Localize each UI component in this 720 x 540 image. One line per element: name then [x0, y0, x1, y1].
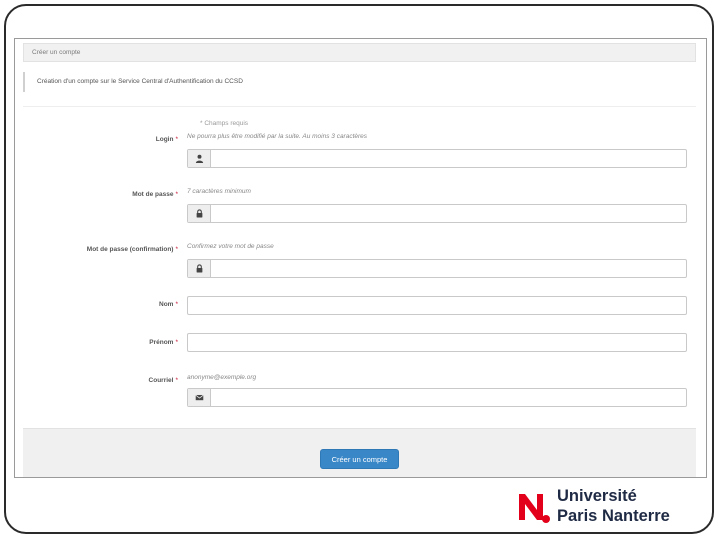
required-marker: *	[175, 339, 178, 346]
email-input[interactable]	[211, 389, 686, 406]
password-field	[187, 204, 687, 223]
password-confirm-field	[187, 259, 687, 278]
required-marker: *	[175, 136, 178, 143]
account-form-screenshot: Créer un compte Création d'un compte sur…	[14, 38, 707, 478]
password-confirm-input[interactable]	[211, 260, 686, 277]
lock-icon	[188, 205, 211, 222]
required-marker: *	[175, 191, 178, 198]
panel-heading: Créer un compte	[23, 43, 696, 62]
password-confirm-label: Mot de passe (confirmation) *	[15, 246, 178, 253]
login-help: Ne pourra plus être modifié par la suite…	[187, 133, 368, 140]
required-marker: *	[175, 301, 178, 308]
login-label: Login *	[15, 136, 178, 143]
lock-icon	[188, 260, 211, 277]
password-label-text: Mot de passe	[132, 191, 174, 198]
separator	[23, 106, 696, 107]
logo-text: Université Paris Nanterre	[557, 487, 670, 526]
firstname-label: Prénom *	[15, 339, 178, 346]
logo-line-2: Paris Nanterre	[557, 506, 670, 525]
login-field	[187, 149, 687, 168]
login-label-text: Login	[155, 136, 174, 143]
nanterre-logo-mark	[519, 494, 550, 523]
password-help: 7 caractères minimum	[187, 188, 251, 195]
required-marker: *	[175, 377, 178, 384]
envelope-icon	[188, 389, 211, 406]
required-fields-note: * Champs requis	[200, 120, 249, 127]
password-confirm-label-text: Mot de passe (confirmation)	[86, 246, 174, 253]
lastname-input[interactable]	[188, 297, 686, 314]
firstname-field	[187, 333, 687, 352]
required-marker: *	[175, 246, 178, 253]
email-label-text: Courriel	[148, 377, 174, 384]
lastname-label-text: Nom	[159, 301, 174, 308]
university-logo: Université Paris Nanterre	[517, 487, 687, 527]
logo-line-1: Université	[557, 487, 637, 505]
firstname-input[interactable]	[188, 334, 686, 351]
lastname-field	[187, 296, 687, 315]
password-confirm-help: Confirmez votre mot de passe	[187, 243, 274, 250]
password-input[interactable]	[211, 205, 686, 222]
email-help: anonyme@exemple.org	[187, 374, 257, 381]
user-icon	[188, 150, 211, 167]
email-label: Courriel *	[15, 377, 178, 384]
login-input[interactable]	[211, 150, 686, 167]
lastname-label: Nom *	[15, 301, 178, 308]
create-account-button[interactable]: Créer un compte	[320, 449, 399, 469]
email-field	[187, 388, 687, 407]
password-label: Mot de passe *	[15, 191, 178, 198]
firstname-label-text: Prénom	[149, 339, 174, 346]
info-text: Création d'un compte sur le Service Cent…	[23, 72, 696, 92]
form-footer: Créer un compte	[23, 428, 696, 477]
